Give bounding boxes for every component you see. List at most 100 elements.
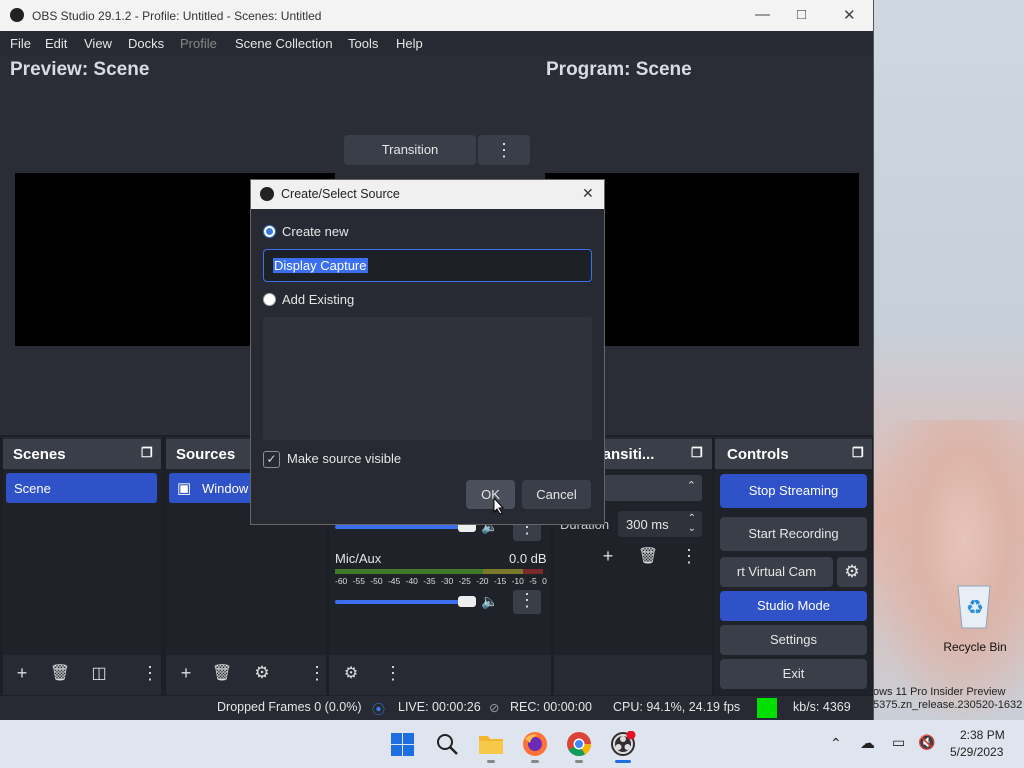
start-recording-button[interactable]: Start Recording [720,517,867,551]
meter-scale: -60 -55 -50 -45 -40 -35 -30 -25 -20 -15 … [335,576,547,590]
source-name-value: Display Capture [273,258,368,273]
windows-start-icon[interactable] [391,733,414,756]
volume-slider-1[interactable] [335,525,475,529]
dialog-close-icon[interactable]: ✕ [582,185,594,202]
source-properties-icon[interactable]: ⚙ [251,663,273,683]
scene-more-icon[interactable]: ⋮ [141,663,159,684]
explorer-running-indicator [487,760,495,763]
preview-label: Preview: Scene [10,59,150,80]
chrome-icon[interactable] [566,731,592,757]
scale-15: -15 [493,576,507,586]
mixer-channel-2-more-icon[interactable]: ⋮ [513,590,541,614]
controls-header: Controls ❐ [715,439,872,469]
dialog-title: Create/Select Source [281,187,400,201]
network-icon[interactable]: ▭ [892,734,905,751]
recycle-bin-label: Recycle Bin [943,640,1007,654]
controls-undock-icon[interactable]: ❐ [852,445,864,461]
search-icon[interactable] [435,732,459,756]
program-label: Program: Scene [546,59,692,80]
menu-file[interactable]: File [10,36,31,51]
speaker-2-icon[interactable]: 🔈 [481,593,498,610]
maximize-icon[interactable]: □ [797,6,806,23]
volume-muted-icon[interactable]: 🔇 [918,734,935,751]
firefox-running-indicator [531,760,539,763]
virtual-cam-button[interactable]: rt Virtual Cam [720,557,833,587]
make-visible-checkbox[interactable]: ✓ [263,451,280,468]
menu-tools[interactable]: Tools [348,36,378,51]
mixer-more-icon[interactable]: ⋮ [384,663,402,684]
recycle-bin[interactable]: ♻ Recycle Bin [940,578,1010,658]
rec-icon: ⊘ [489,701,500,715]
controls-title: Controls [727,446,789,463]
cancel-button[interactable]: Cancel [522,480,591,509]
mic-aux-meter-yellow [483,569,523,574]
stop-streaming-button[interactable]: Stop Streaming [720,474,867,508]
source-more-icon[interactable]: ⋮ [308,663,326,684]
existing-sources-list[interactable] [263,317,592,440]
exit-button[interactable]: Exit [720,659,867,689]
remove-source-icon[interactable]: 🗑 [211,663,233,683]
mic-aux-label: Mic/Aux [335,551,382,566]
kbps: kb/s: 4369 [793,700,851,714]
chrome-running-indicator [575,760,583,763]
transition-more-icon[interactable]: ⋮ [680,546,698,567]
scene-item-label: Scene [14,481,51,496]
transition-select-arrows-icon: ⌃ [686,480,696,492]
virtual-cam-settings-icon[interactable]: ⚙ [837,557,867,587]
menu-profile[interactable]: Profile [180,36,217,51]
spin-arrows-icon[interactable]: ⌃ ⌄ [688,514,696,534]
add-transition-icon[interactable]: + [597,546,619,567]
scale-10: -10 [511,576,524,586]
add-existing-radio[interactable] [263,293,276,306]
close-icon[interactable]: ✕ [843,6,856,24]
menu-view[interactable]: View [84,36,112,51]
mixer-settings-icon[interactable]: ⚙ [340,663,362,683]
menu-docks[interactable]: Docks [128,36,164,51]
live-time: LIVE: 00:00:26 [398,700,481,714]
clock-date[interactable]: 5/29/2023 [950,745,1003,759]
transition-menu-button[interactable]: ⋮ [478,135,530,165]
menu-help[interactable]: Help [396,36,423,51]
onedrive-offline-icon[interactable]: ☁ [860,734,875,752]
menu-edit[interactable]: Edit [45,36,67,51]
transition-select[interactable]: ⌃ [604,475,702,501]
volume-slider-2[interactable] [335,600,475,604]
add-source-icon[interactable]: + [175,663,197,684]
create-new-radio[interactable] [263,225,276,238]
duration-spinbox[interactable]: 300 ms ⌃ ⌄ [618,511,702,537]
file-explorer-icon[interactable] [478,732,504,756]
undock-icon[interactable]: ❐ [141,445,153,461]
create-new-label[interactable]: Create new [282,224,348,239]
scale-0: 0 [542,576,547,586]
duration-value: 300 ms [626,517,669,532]
scene-item[interactable]: Scene [6,473,157,503]
title-bar: OBS Studio 29.1.2 - Profile: Untitled - … [0,0,873,31]
taskbar: ⌃ ☁ ▭ 🔇 2:38 PM 5/29/2023 [0,720,1024,768]
studio-mode-button[interactable]: Studio Mode [720,591,867,621]
clock-time[interactable]: 2:38 PM [960,728,1005,742]
ok-button[interactable]: OK [466,480,515,509]
remove-transition-icon[interactable]: 🗑 [637,546,659,566]
make-visible-label[interactable]: Make source visible [287,451,401,466]
scale-35: -35 [423,576,436,586]
menu-scene-collection[interactable]: Scene Collection [235,36,333,51]
watermark-line2: 5375.zn_release.230520-1632 [873,699,1023,711]
scene-filters-icon[interactable]: ◫ [88,663,110,683]
window-capture-icon: ▣ [177,480,192,497]
obs-taskbar-icon[interactable] [610,730,636,757]
settings-button[interactable]: Settings [720,625,867,655]
add-existing-label[interactable]: Add Existing [282,292,354,307]
firefox-icon[interactable] [522,731,548,757]
scenes-header: Scenes ❐ [3,439,161,469]
add-scene-icon[interactable]: + [11,663,33,684]
source-name-input[interactable]: Display Capture [263,249,592,282]
rec-time: REC: 00:00:00 [510,700,592,714]
remove-scene-icon[interactable]: 🗑 [49,663,71,683]
scale-45: -45 [387,576,401,586]
transitions-undock-icon[interactable]: ❐ [691,445,703,461]
volume-slider-2-handle[interactable] [458,596,476,607]
show-hidden-icons-icon[interactable]: ⌃ [830,735,842,752]
scale-5: -5 [529,576,537,586]
transition-button[interactable]: Transition [344,135,476,165]
minimize-icon[interactable]: — [755,6,770,23]
